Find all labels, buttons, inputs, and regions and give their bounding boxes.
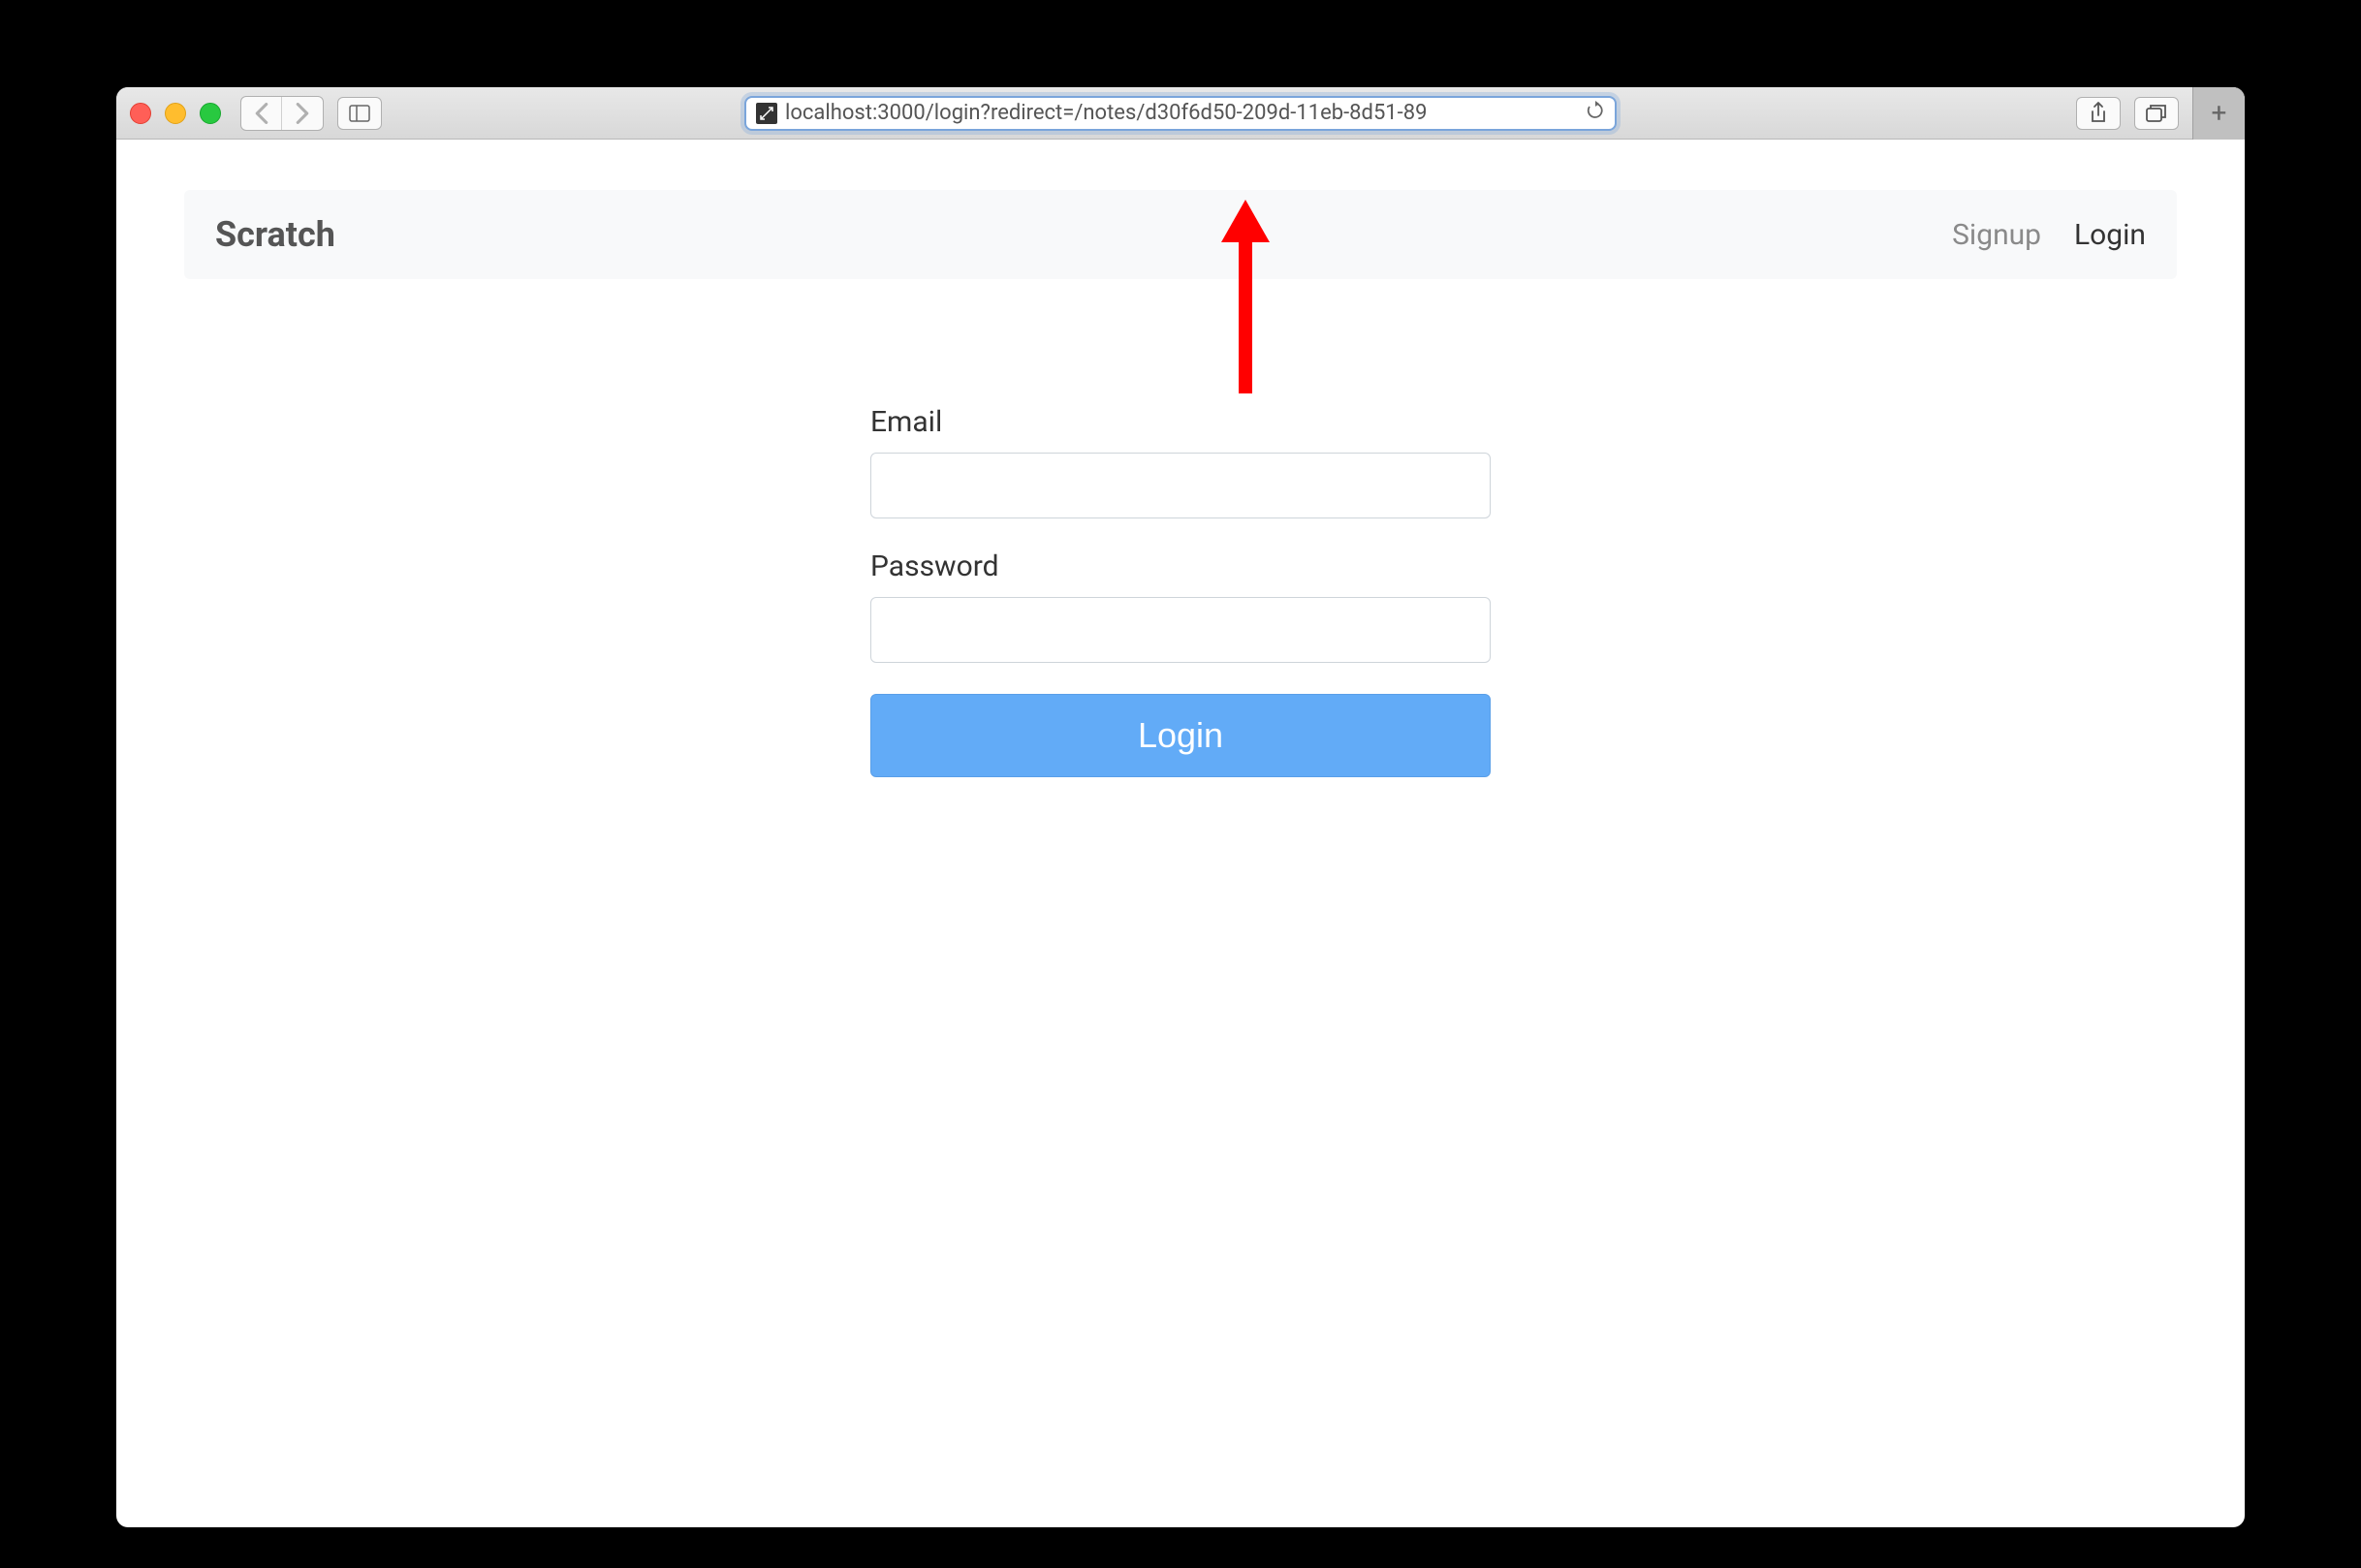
- password-label: Password: [870, 549, 1491, 583]
- signup-link[interactable]: Signup: [1952, 218, 2041, 252]
- forward-button[interactable]: [282, 97, 323, 130]
- page-content: Scratch Signup Login Email Password Logi…: [116, 190, 2245, 1527]
- login-form: Email Password Login: [870, 405, 1491, 777]
- share-button[interactable]: [2076, 97, 2121, 130]
- reload-icon[interactable]: [1586, 101, 1605, 126]
- email-input[interactable]: [870, 453, 1491, 518]
- favicon-icon: [756, 103, 777, 124]
- share-icon: [2089, 102, 2108, 125]
- sidebar-toggle-button[interactable]: [337, 97, 382, 130]
- right-toolbar: +: [2076, 87, 2231, 140]
- tabs-button[interactable]: [2134, 97, 2179, 130]
- address-bar[interactable]: localhost:3000/login?redirect=/notes/d30…: [744, 96, 1617, 131]
- new-tab-button[interactable]: +: [2192, 87, 2245, 140]
- nav-buttons: [240, 96, 324, 131]
- login-link[interactable]: Login: [2074, 218, 2146, 252]
- plus-icon: +: [2212, 97, 2227, 129]
- tabs-icon: [2146, 104, 2167, 123]
- password-input[interactable]: [870, 597, 1491, 663]
- app-header: Scratch Signup Login: [184, 190, 2177, 279]
- minimize-window-button[interactable]: [165, 103, 186, 124]
- url-text[interactable]: localhost:3000/login?redirect=/notes/d30…: [785, 101, 1578, 125]
- brand-title[interactable]: Scratch: [215, 214, 335, 255]
- back-button[interactable]: [241, 97, 282, 130]
- browser-window: localhost:3000/login?redirect=/notes/d30…: [116, 87, 2245, 1527]
- maximize-window-button[interactable]: [200, 103, 221, 124]
- sidebar-icon: [349, 105, 370, 122]
- nav-links: Signup Login: [1952, 218, 2146, 252]
- close-window-button[interactable]: [130, 103, 151, 124]
- browser-chrome: localhost:3000/login?redirect=/notes/d30…: [116, 87, 2245, 140]
- email-label: Email: [870, 405, 1491, 439]
- login-button[interactable]: Login: [870, 694, 1491, 777]
- traffic-lights: [130, 103, 221, 124]
